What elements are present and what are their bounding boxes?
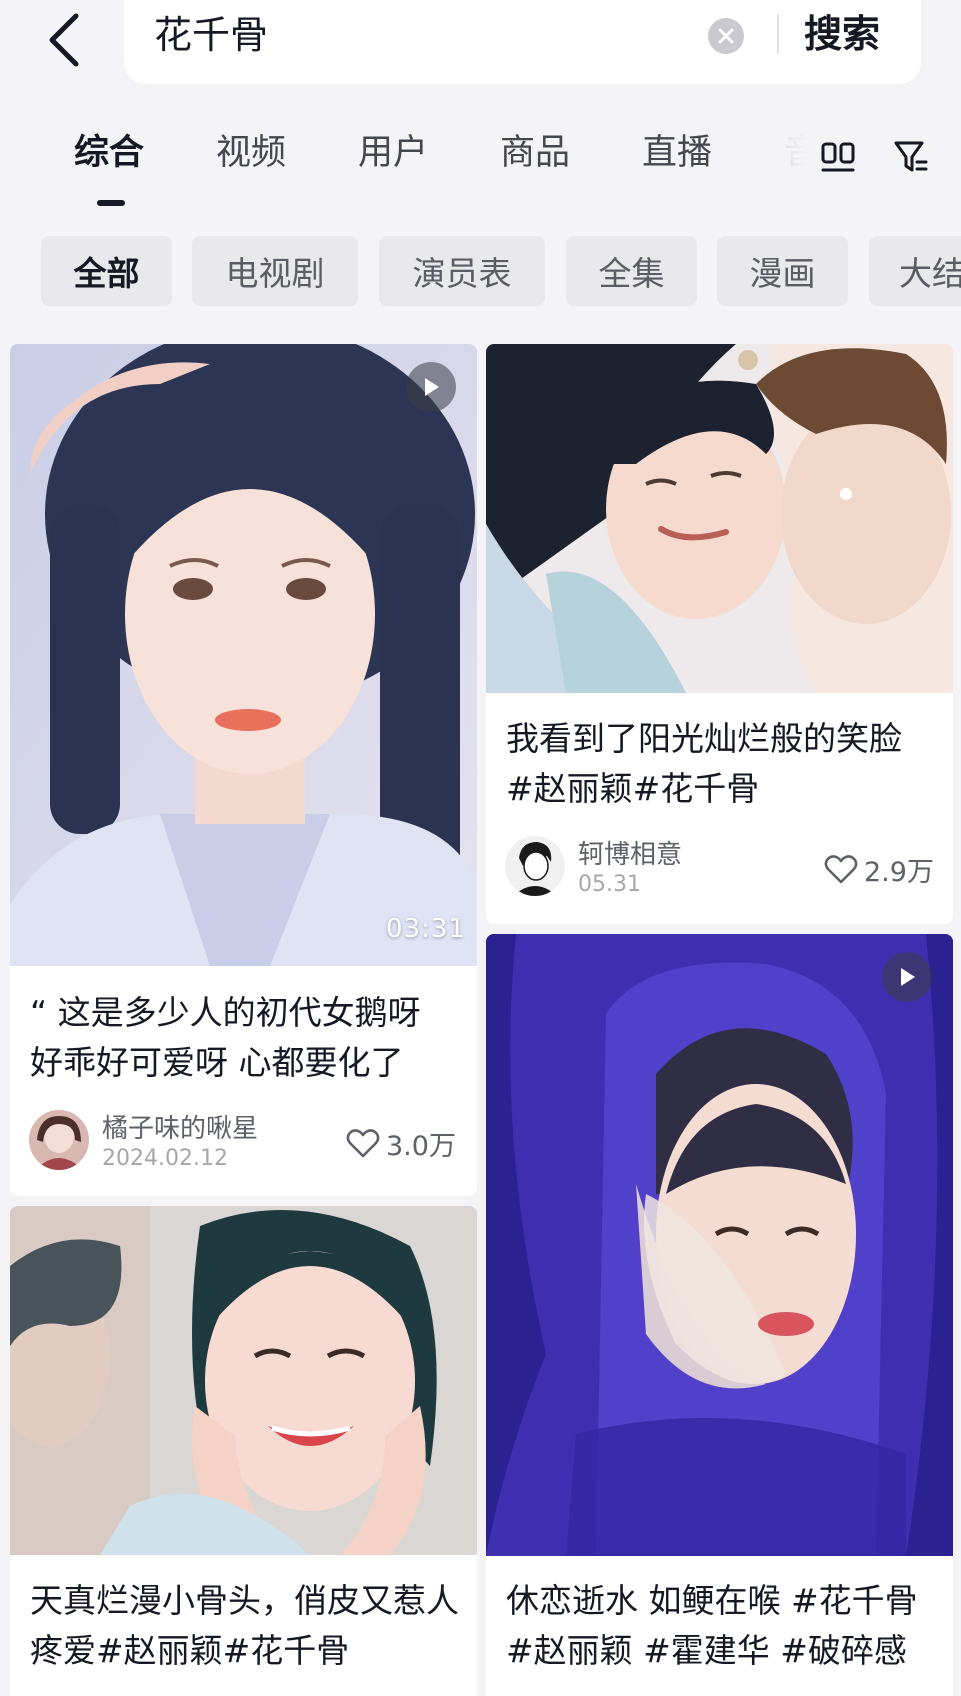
video-thumbnail (486, 934, 953, 1556)
heart-icon (824, 854, 858, 883)
tab-products[interactable]: 商品 (500, 128, 570, 178)
like-count: 2.9万 (864, 857, 934, 888)
search-box[interactable]: 花千骨 搜索 (124, 0, 921, 84)
filter-chips: 全部 电视剧 演员表 全集 漫画 大结 (0, 236, 961, 308)
play-badge (882, 952, 932, 1002)
post-title: 天真烂漫小骨头，俏皮又惹人疼爱#赵丽颖#花千骨 (30, 1581, 459, 1670)
two-column-icon (821, 142, 855, 172)
avatar[interactable] (29, 1110, 89, 1170)
post-date: 2024.02.12 (102, 1146, 228, 1171)
play-icon (901, 968, 915, 986)
tab-live[interactable]: 直播 (642, 128, 712, 178)
filter-button[interactable] (893, 138, 929, 176)
avatar[interactable] (505, 836, 565, 896)
feed-card[interactable]: 03:31 “ 这是多少人的初代女鹅呀 好乖好可爱呀 心都要化了 橘子味的啾星 … (10, 344, 477, 1196)
author-name[interactable]: 轲博相意 (578, 834, 682, 871)
category-tabs: 综合 视频 用户 商品 直播 音 (0, 110, 961, 210)
layout-toggle-button[interactable] (820, 140, 856, 174)
chip-all[interactable]: 全部 (41, 236, 172, 306)
chip-tv-series[interactable]: 电视剧 (192, 236, 358, 306)
search-input[interactable]: 花千骨 (154, 10, 268, 60)
clear-search-button[interactable] (708, 18, 744, 54)
like-button[interactable]: 2.9万 (824, 850, 934, 889)
post-title: 休恋逝水 如鲠在喉 #花千骨 #赵丽颖 #霍建华 #破碎感 (506, 1581, 918, 1670)
active-tab-indicator (97, 200, 125, 206)
author-name[interactable]: 橘子味的啾星 (102, 1108, 258, 1145)
chip-full-episodes[interactable]: 全集 (566, 236, 697, 306)
search-button[interactable]: 搜索 (804, 8, 880, 60)
post-title: 我看到了阳光灿烂般的笑脸 #赵丽颖#花千骨 (506, 719, 902, 808)
tab-video[interactable]: 视频 (216, 128, 286, 178)
image-thumbnail (10, 1206, 477, 1555)
video-duration: 03:31 (386, 914, 466, 944)
tab-comprehensive[interactable]: 综合 (74, 128, 144, 178)
post-date: 05.31 (578, 872, 641, 897)
play-icon (425, 378, 439, 396)
tab-users[interactable]: 用户 (358, 128, 428, 178)
image-thumbnail (486, 344, 953, 693)
post-title: “ 这是多少人的初代女鹅呀 好乖好可爱呀 心都要化了 (30, 993, 421, 1082)
chevron-left-icon (49, 13, 79, 67)
video-thumbnail: 03:31 (10, 344, 477, 966)
like-count: 3.0万 (386, 1131, 456, 1162)
like-button[interactable]: 3.0万 (346, 1124, 456, 1163)
play-badge (406, 362, 456, 412)
filter-icon (894, 141, 928, 172)
heart-icon (346, 1128, 380, 1157)
chip-comics[interactable]: 漫画 (717, 236, 848, 306)
feed-card[interactable]: 我看到了阳光灿烂般的笑脸 #赵丽颖#花千骨 轲博相意 05.31 2.9万 (486, 344, 953, 924)
top-search-bar: 花千骨 搜索 (0, 0, 961, 96)
feed-card[interactable]: 天真烂漫小骨头，俏皮又惹人疼爱#赵丽颖#花千骨 (10, 1206, 477, 1696)
back-button[interactable] (40, 6, 94, 70)
close-icon (718, 28, 734, 44)
search-divider (777, 14, 779, 54)
tabs-fade (752, 110, 822, 210)
chip-cast[interactable]: 演员表 (379, 236, 545, 306)
feed-card[interactable]: 休恋逝水 如鲠在喉 #花千骨 #赵丽颖 #霍建华 #破碎感 (486, 934, 953, 1696)
chip-finale[interactable]: 大结 (869, 236, 961, 306)
